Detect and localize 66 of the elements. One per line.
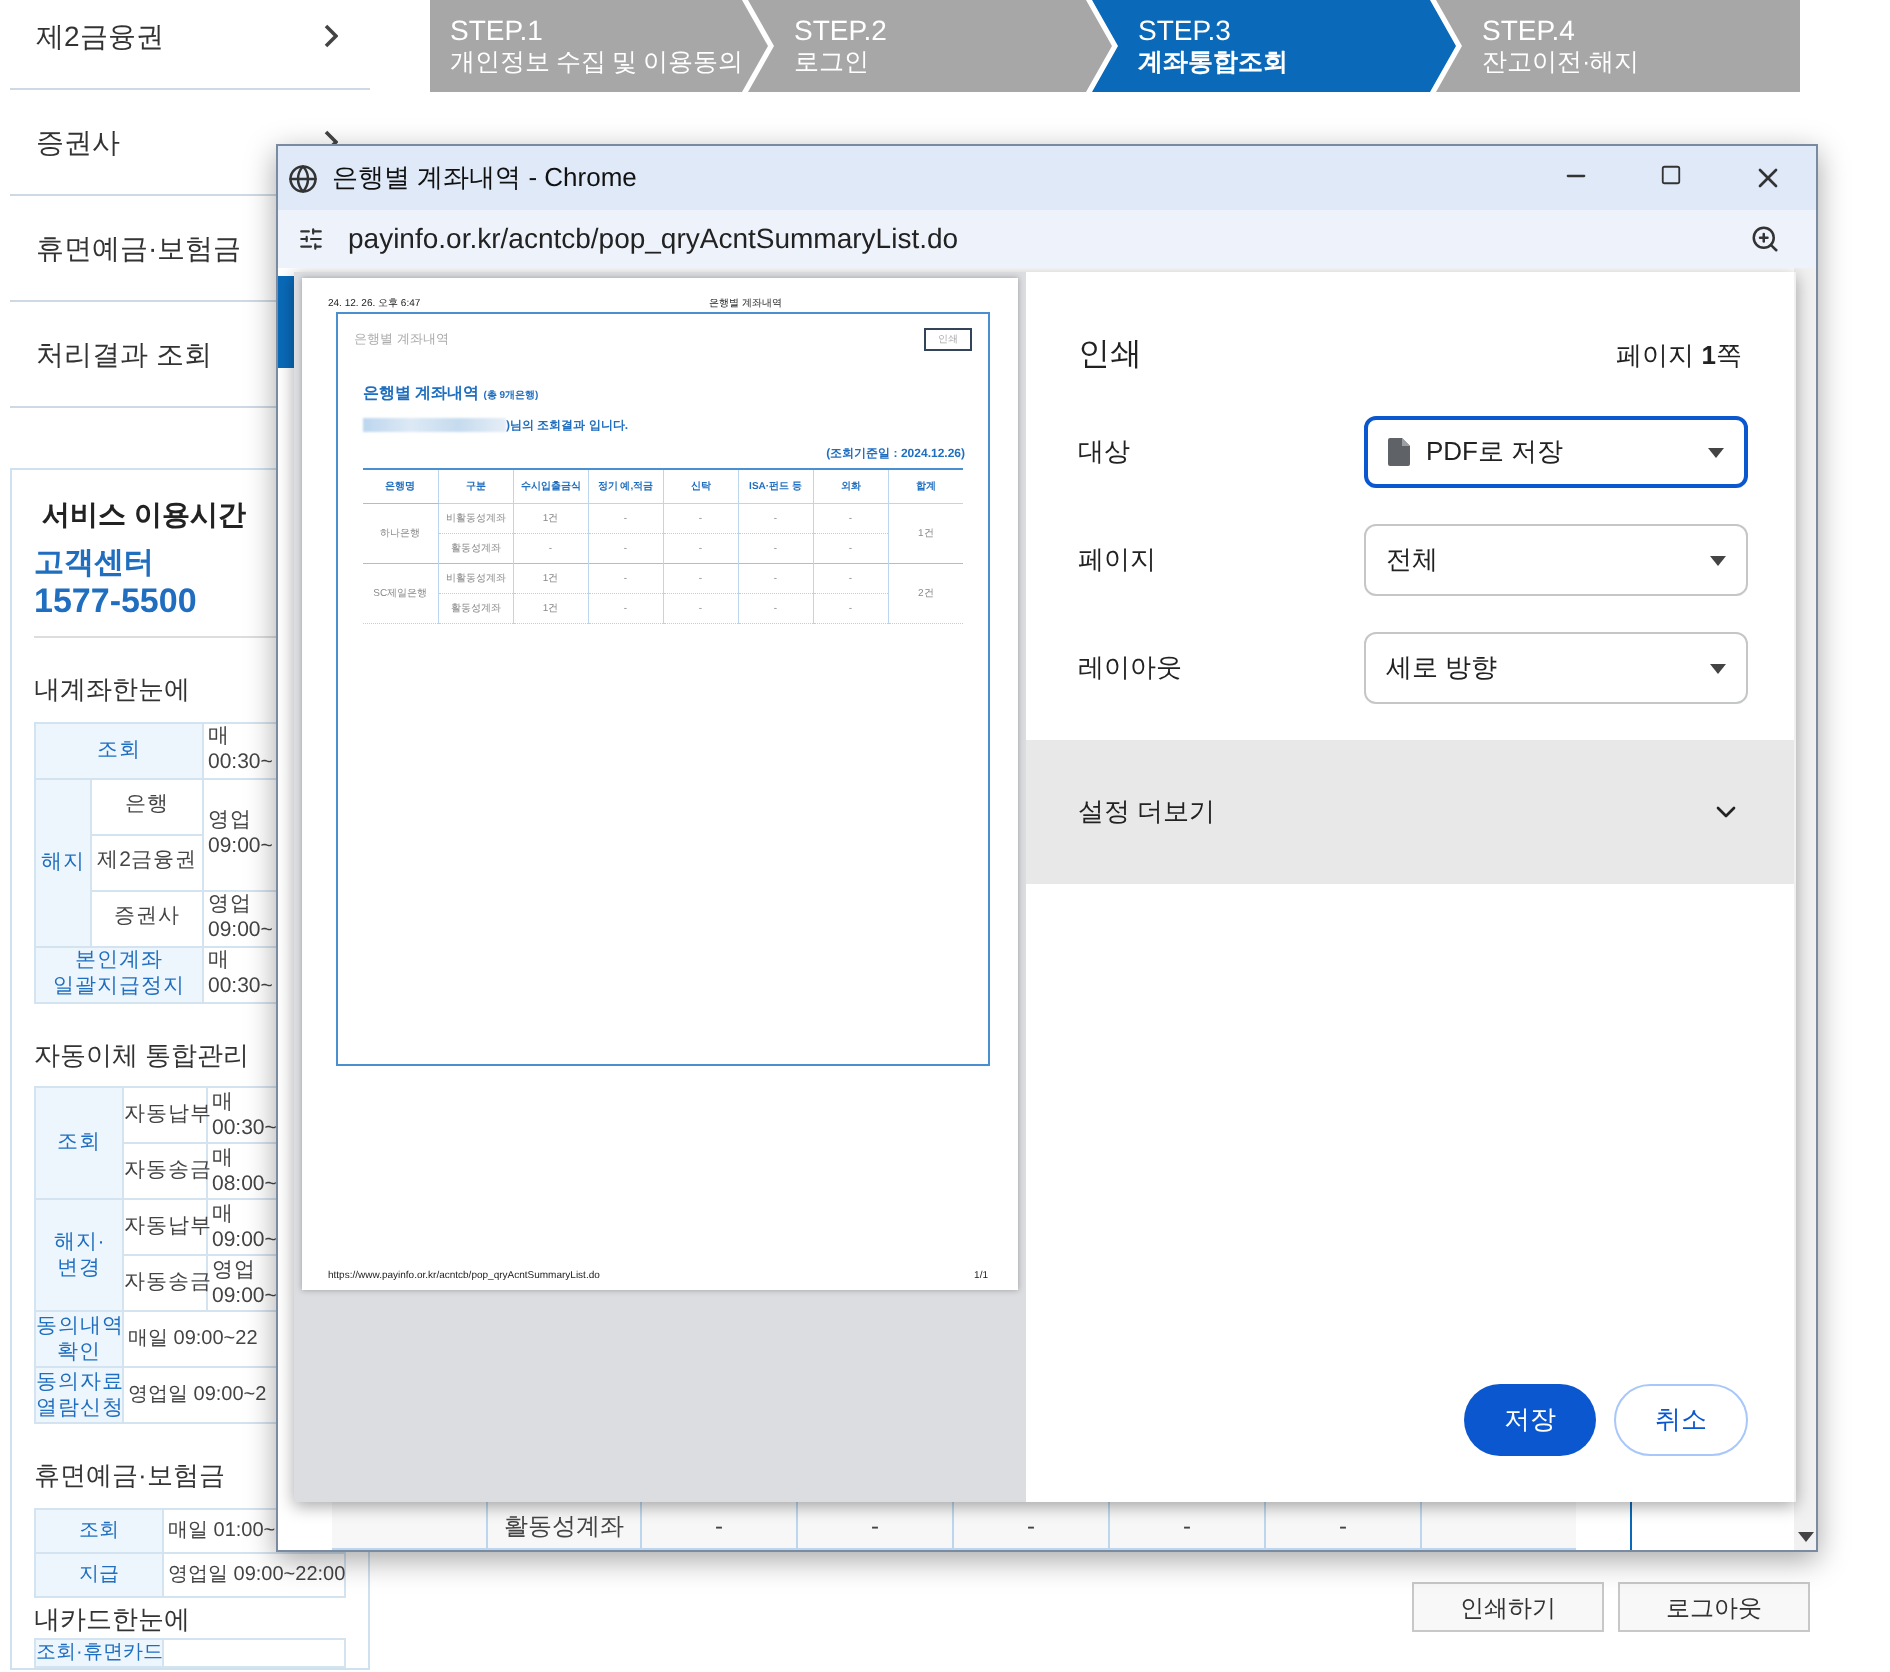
- dropdown[interactable]: 세로 방향: [1364, 632, 1748, 704]
- step-label: 계좌통합조회: [1138, 46, 1290, 78]
- item-label: 은행: [125, 792, 169, 817]
- hours-text: 00:30~: [208, 974, 273, 1000]
- hours-text: 매: [208, 724, 230, 750]
- hours-text: 매: [208, 948, 230, 974]
- hours-text: 영업: [208, 892, 252, 918]
- hours-text: 매: [212, 1145, 234, 1171]
- category-label: 동의자료 열람신청: [36, 1369, 124, 1419]
- category-label: 조회: [57, 1130, 101, 1154]
- item-label: 자동납부: [124, 1101, 212, 1126]
- item-label: 제2금융권: [97, 848, 197, 873]
- dialog-title: 인쇄: [1078, 336, 1142, 376]
- hours-text: 00:30~: [208, 750, 273, 776]
- page-count: 페이지 1쪽: [1616, 338, 1742, 375]
- step-number: STEP.2: [794, 14, 889, 46]
- step-label: 로그인: [794, 46, 871, 78]
- hours-text: 09:00~: [212, 1283, 277, 1309]
- item-label: 증권사: [114, 904, 180, 929]
- hours-text: 매일 09:00~22: [128, 1326, 258, 1352]
- section-title: 자동이체 통합관리: [34, 1037, 252, 1073]
- section-title: 휴면예금·보험금: [34, 1458, 227, 1494]
- item-label: 자동납부: [124, 1213, 212, 1238]
- category-label: 해지·변경: [53, 1229, 105, 1279]
- section-title: 내계좌한눈에: [34, 672, 192, 708]
- category-label: 지급: [79, 1563, 119, 1585]
- step-number: STEP.3: [1138, 14, 1233, 46]
- save-button[interactable]: 저장: [1464, 1384, 1596, 1456]
- category-label: 조회: [79, 1519, 119, 1541]
- hours-text: 영업일 09:00~22:00: [168, 1561, 346, 1587]
- hours-text: 09:00~: [212, 1227, 277, 1253]
- setting-label: 페이지: [1078, 542, 1156, 579]
- hours-text: 00:30~: [212, 1115, 277, 1141]
- setting-label: 레이아웃: [1078, 650, 1182, 687]
- hours-text: 영업: [212, 1257, 256, 1283]
- cancel-button[interactable]: 취소: [1614, 1384, 1748, 1456]
- item-label: 자동송금: [124, 1269, 212, 1294]
- section-title: 내카드한눈에: [34, 1603, 192, 1635]
- logout-button[interactable]: 로그아웃: [1618, 1582, 1810, 1632]
- hours-text: 영업일 09:00~2: [128, 1382, 267, 1408]
- category-label: 조회: [97, 737, 141, 761]
- category-label: 조회·휴면카드: [36, 1641, 163, 1663]
- setting-label: 대상: [1078, 434, 1130, 471]
- print-page-button[interactable]: 인쇄하기: [1412, 1582, 1604, 1632]
- category-label: 본인계좌 일괄지급정지: [53, 948, 185, 998]
- step-label: 잔고이전·해지: [1482, 46, 1642, 78]
- category-label: 해지: [41, 849, 85, 873]
- hours-text: 영업: [208, 808, 252, 834]
- hours-text: 08:00~: [212, 1171, 277, 1197]
- hours-text: 09:00~: [208, 834, 273, 860]
- hours-text: 매: [212, 1089, 234, 1115]
- dropdown[interactable]: 전체: [1364, 524, 1748, 596]
- center-label: 고객센터: [34, 546, 156, 582]
- step-number: STEP.4: [1482, 14, 1577, 46]
- more-settings-row[interactable]: 설정 더보기: [1026, 740, 1794, 884]
- sidebar-item[interactable]: 제2금융권: [10, 0, 370, 90]
- dropdown[interactable]: PDF로 저장: [1364, 416, 1748, 488]
- hours-text: 09:00~: [208, 918, 273, 944]
- hours-text: 매일 01:00~: [168, 1517, 276, 1543]
- phone-number: 1577-5500: [34, 582, 199, 622]
- step-number: STEP.1: [450, 14, 545, 46]
- item-label: 자동송금: [124, 1157, 212, 1182]
- panel-title: 서비스 이용시간: [40, 496, 248, 534]
- step-label: 개인정보 수집 및 이용동의: [450, 46, 745, 78]
- hours-text: 매: [212, 1201, 234, 1227]
- category-label: 동의내역 확인: [36, 1313, 124, 1363]
